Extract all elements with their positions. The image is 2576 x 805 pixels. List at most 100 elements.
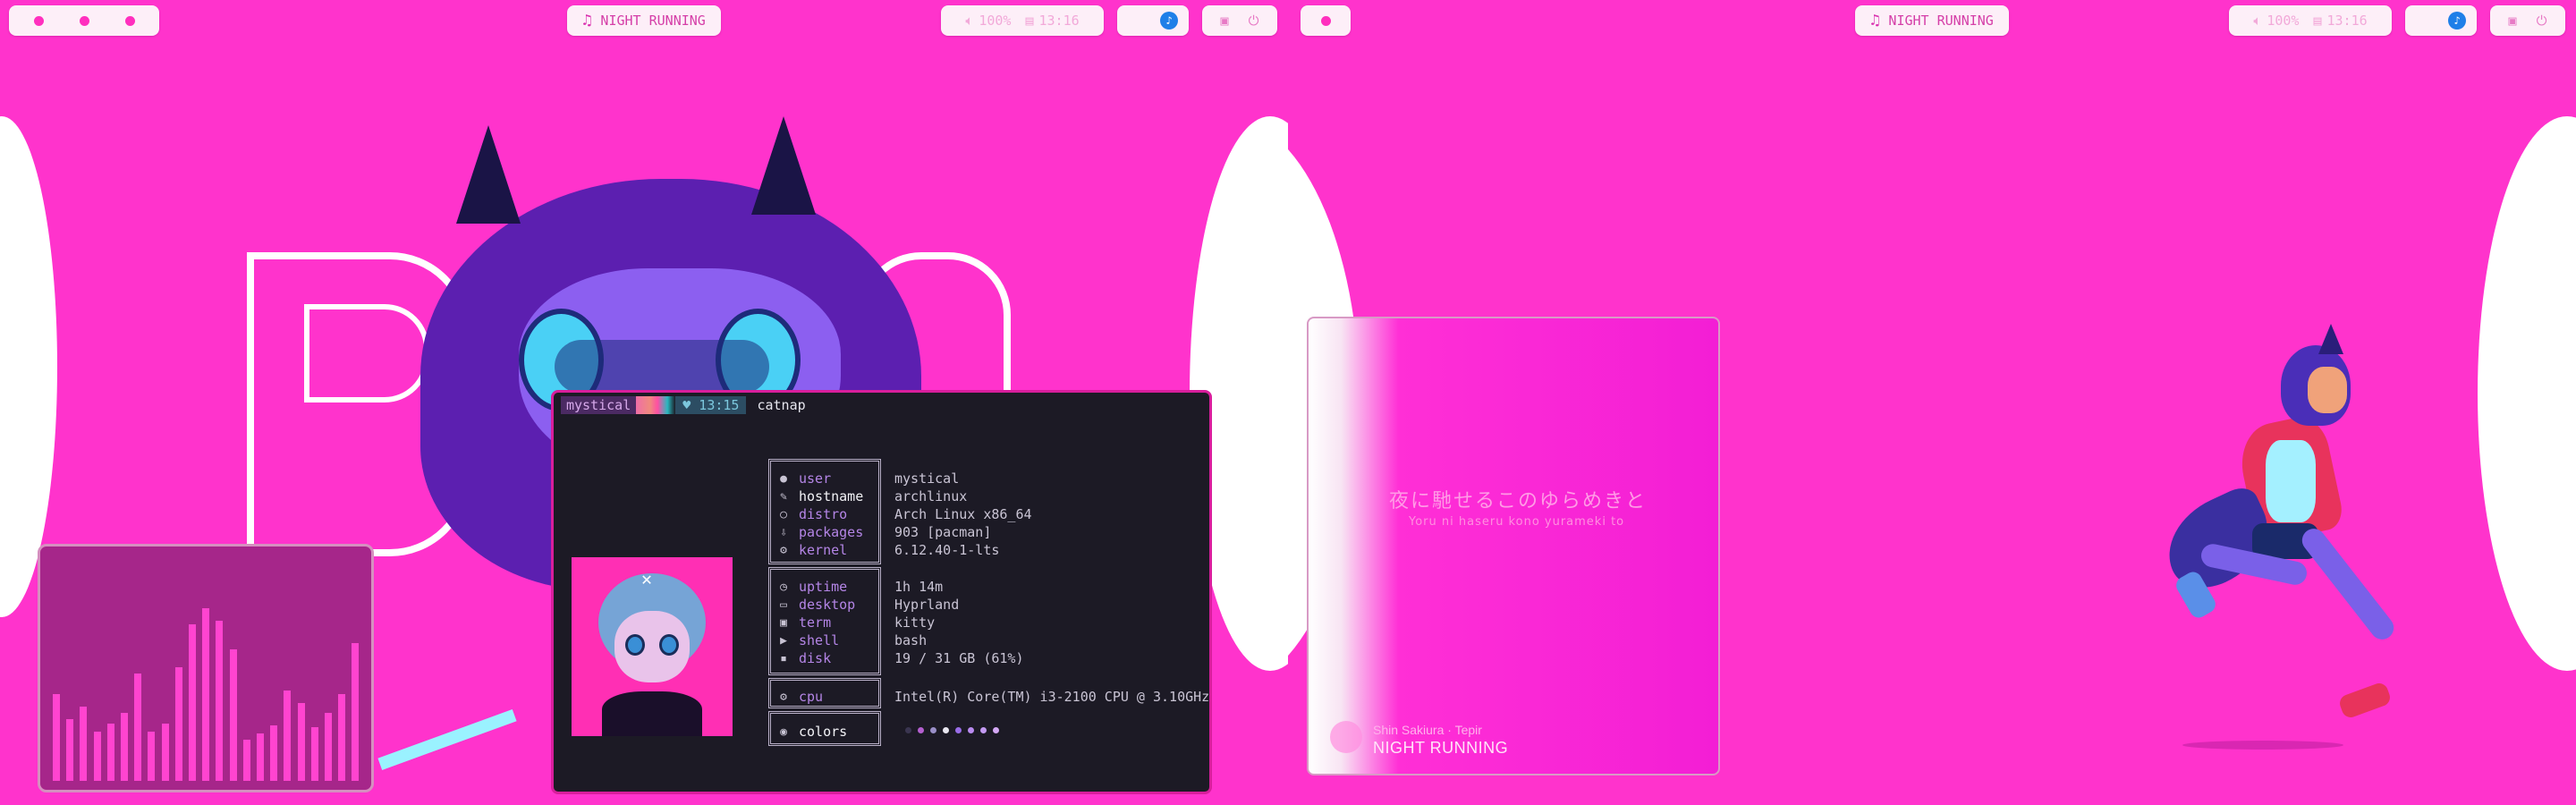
- wallpaper-letter: [304, 304, 429, 402]
- palette-swatch: [918, 727, 924, 733]
- palette-swatch: [968, 727, 974, 733]
- audio-visualizer: [38, 544, 374, 792]
- visualizer-bar: [161, 724, 169, 781]
- fetch-key: user: [799, 470, 832, 487]
- palette-swatch: [943, 727, 949, 733]
- palette-swatch: [993, 727, 999, 733]
- fetch-key: hostname: [799, 488, 864, 504]
- media-pill[interactable]: ♫ NIGHT RUNNING: [567, 5, 721, 36]
- disk-icon: ▪: [780, 651, 787, 665]
- visualizer-bar: [202, 608, 210, 781]
- fetch-row-uptime: ◷ uptime: [768, 578, 847, 596]
- album-artist: Shin Sakiura · Tepir: [1373, 723, 1482, 737]
- screenshot-icon[interactable]: ▣: [1221, 13, 1229, 29]
- media-pill[interactable]: ♫ NIGHT RUNNING: [1855, 5, 2009, 36]
- fetch-row-packages: ⇩ packages: [768, 523, 863, 541]
- system-pill: ▣ ⏻: [1202, 5, 1277, 36]
- fetch-key: kernel: [799, 542, 848, 558]
- wallpaper-stripe: [377, 709, 517, 770]
- workspace-dot[interactable]: [33, 15, 44, 26]
- screenshot-icon[interactable]: ▣: [2509, 13, 2517, 29]
- clock[interactable]: ▤ 13:16: [2313, 13, 2367, 29]
- avatar-eye: [659, 634, 679, 656]
- avatar-eye: [625, 634, 645, 656]
- spotify-icon[interactable]: ♪: [1160, 12, 1178, 30]
- fetch-value: Intel(R) Core(TM) i3-2100 CPU @ 3.10GHz: [894, 689, 1210, 705]
- wallpaper-arc: [2478, 116, 2576, 671]
- visualizer-bar: [257, 733, 264, 781]
- calendar-icon: ▤: [1025, 13, 1034, 29]
- calendar-icon: ▤: [2313, 13, 2322, 29]
- album-art-window[interactable]: 夜に馳せるこのゆらめきと Yoru ni haseru kono yuramek…: [1307, 317, 1720, 775]
- volume-control[interactable]: 🔈︎ 100%: [2253, 13, 2299, 29]
- shell-icon: ▶: [780, 633, 787, 648]
- speaker-icon: 🔈︎: [965, 13, 974, 29]
- visualizer-bar: [93, 732, 101, 781]
- hostname-icon: ✎: [780, 489, 787, 504]
- packages-icon: ⇩: [780, 525, 787, 539]
- fetch-key: desktop: [799, 597, 856, 613]
- album-lyric-romaji: Yoru ni haseru kono yurameki to: [1409, 515, 1625, 529]
- avatar-shirt: [602, 691, 702, 736]
- fetch-row-kernel: ⚙ kernel: [768, 541, 847, 559]
- fetch-key: packages: [799, 524, 864, 540]
- visualizer-bar: [148, 732, 156, 781]
- uptime-icon: ◷: [780, 580, 787, 594]
- fetch-key: shell: [799, 632, 840, 648]
- fetch-key: disk: [799, 650, 832, 666]
- music-note-icon: ♫: [1870, 12, 1880, 30]
- visualizer-bar: [338, 694, 346, 781]
- fetch-value: bash: [894, 632, 928, 648]
- visualizer-bar: [121, 713, 128, 781]
- visualizer-bar: [284, 691, 292, 781]
- kernel-icon: ⚙: [780, 543, 787, 557]
- clock-label: 13:16: [1038, 13, 1080, 29]
- visualizer-bars: [53, 575, 360, 781]
- fetch-value: Hyprland: [894, 597, 960, 613]
- visualizer-bar: [216, 621, 224, 781]
- wallpaper-arc: [0, 116, 57, 617]
- prompt-command: catnap: [757, 397, 806, 413]
- visualizer-bar: [174, 667, 182, 781]
- fetch-key: colors: [799, 724, 848, 740]
- runner-leg: [2297, 523, 2399, 645]
- fetch-row-hostname: ✎ hostname: [768, 487, 863, 505]
- fetch-value: Arch Linux x86_64: [894, 506, 1032, 522]
- prompt-time: ♥ 13:15: [675, 396, 747, 414]
- volume-label: 100%: [2267, 13, 2300, 29]
- runner-ear: [2318, 324, 2343, 354]
- clock[interactable]: ▤ 13:16: [1025, 13, 1079, 29]
- fetch-row-distro: ○ distro: [768, 505, 847, 523]
- workspace-dot[interactable]: [1320, 15, 1331, 26]
- fetch-avatar: ✕: [572, 557, 733, 736]
- palette-swatch: [955, 727, 962, 733]
- fetch-value: mystical: [894, 470, 960, 487]
- fetch-key: cpu: [799, 689, 824, 705]
- visualizer-bar: [189, 624, 196, 781]
- workspace-dot[interactable]: [79, 15, 89, 26]
- terminal-window[interactable]: mystical ♥ 13:15 catnap ✕ ● user ✎ hostname…: [551, 390, 1212, 794]
- spotify-icon[interactable]: ♪: [2448, 12, 2466, 30]
- music-note-icon: ♫: [582, 12, 592, 30]
- visualizer-bar: [270, 725, 278, 781]
- volume-label: 100%: [979, 13, 1012, 29]
- status-pill: 🔈︎ 100% ▤ 13:16: [941, 5, 1104, 36]
- power-icon[interactable]: ⏻: [1249, 13, 1259, 29]
- workspace-dot[interactable]: [124, 15, 135, 26]
- power-icon[interactable]: ⏻: [2537, 13, 2547, 29]
- shell-prompt: mystical ♥ 13:15 catnap: [561, 396, 806, 414]
- fetch-key: uptime: [799, 579, 848, 595]
- speaker-icon: 🔈︎: [2253, 13, 2262, 29]
- fetch-row-disk: ▪ disk: [768, 649, 831, 667]
- cat-ear: [751, 116, 816, 215]
- fetch-value: 1h 14m: [894, 579, 944, 595]
- visualizer-bar: [66, 719, 74, 781]
- user-icon: ●: [780, 471, 787, 486]
- palette-swatch: [930, 727, 936, 733]
- volume-control[interactable]: 🔈︎ 100%: [965, 13, 1011, 29]
- runner-shoe: [2337, 681, 2393, 720]
- tray-pill: ♪: [1117, 5, 1189, 36]
- fetch-row-shell: ▶ shell: [768, 631, 839, 649]
- status-pill: 🔈︎ 100% ▤ 13:16: [2229, 5, 2392, 36]
- tray-pill: ♪: [2405, 5, 2477, 36]
